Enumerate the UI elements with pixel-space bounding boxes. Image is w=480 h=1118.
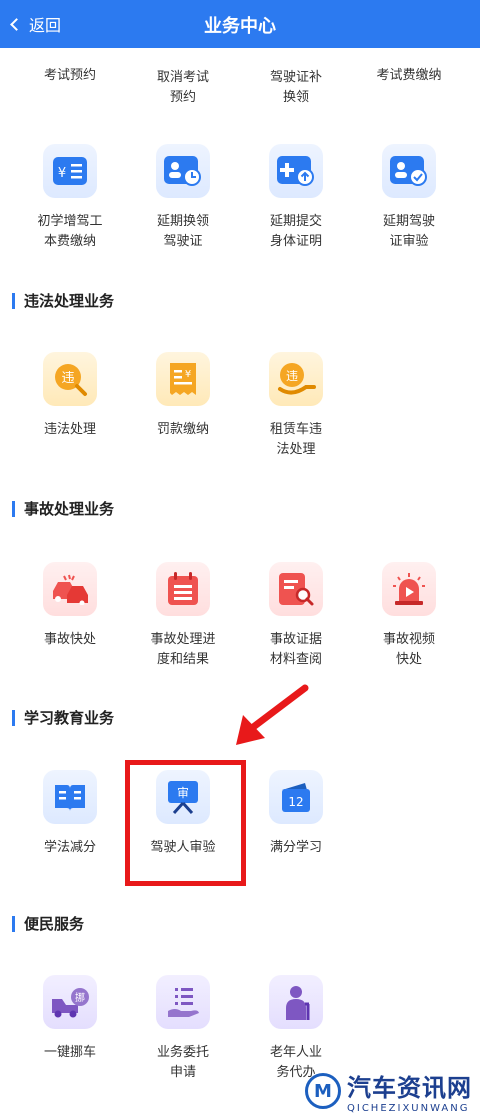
watermark: M 汽车资讯网 QICHEZIXUNWANG bbox=[305, 1068, 472, 1114]
section-marker bbox=[12, 915, 15, 932]
move-car-item[interactable]: 挪 一键挪车 bbox=[15, 975, 125, 1063]
section-title-text: 便民服务 bbox=[24, 915, 85, 933]
watermark-logo: M bbox=[305, 1073, 341, 1109]
elderly-service-item[interactable]: 老年人业 务代办 bbox=[241, 975, 351, 1083]
delegate-hand-icon bbox=[156, 975, 210, 1029]
watermark-cn: 汽车资讯网 bbox=[347, 1074, 472, 1102]
pointer-arrow bbox=[236, 684, 309, 745]
watermark-en: QICHEZIXUNWANG bbox=[347, 1103, 470, 1114]
tow-truck-icon: 挪 bbox=[43, 975, 97, 1029]
delegate-item[interactable]: 业务委托 申请 bbox=[128, 975, 238, 1083]
item-label: 一键挪车 bbox=[43, 1045, 96, 1060]
item-label: 业务委托 申请 bbox=[156, 1045, 209, 1080]
svg-text:挪: 挪 bbox=[75, 991, 85, 1004]
section-title-service: 便民服务 bbox=[12, 913, 84, 934]
elderly-icon bbox=[269, 975, 323, 1029]
